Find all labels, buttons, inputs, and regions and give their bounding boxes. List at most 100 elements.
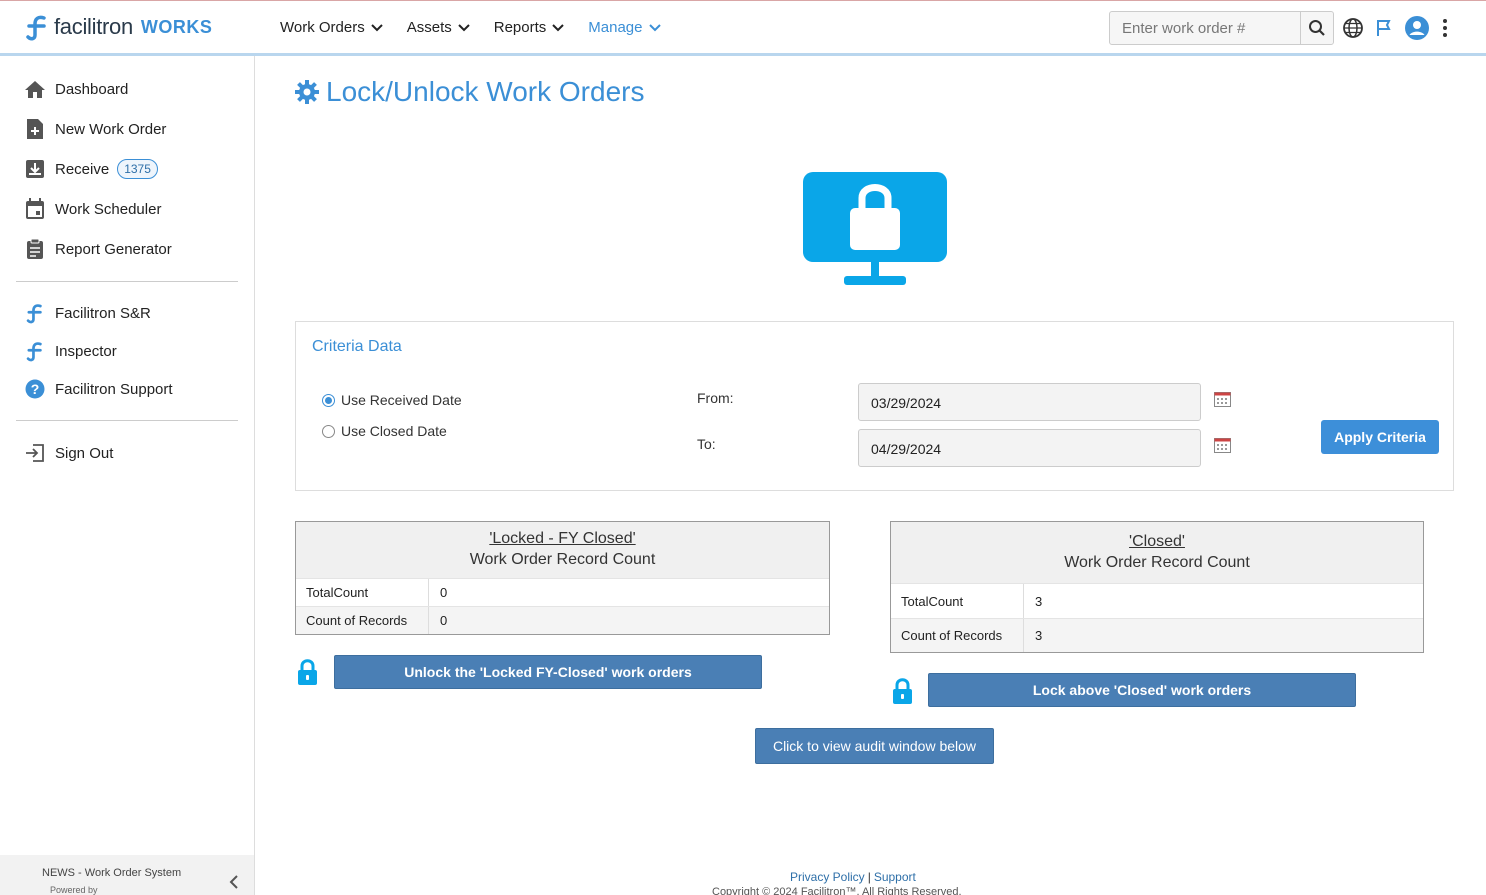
clipboard-icon (24, 238, 46, 260)
footer-separator: | (867, 870, 871, 884)
sidebar-item-dashboard[interactable]: Dashboard (0, 69, 254, 109)
nav-work-orders-label: Work Orders (280, 19, 365, 36)
svg-text:?: ? (31, 381, 40, 397)
support-link[interactable]: Support (874, 870, 916, 884)
sidebar-item-sign-out[interactable]: Sign Out (0, 433, 254, 473)
radio-button[interactable] (322, 424, 335, 438)
row-value: 0 (440, 613, 448, 628)
sidebar-divider (16, 281, 238, 282)
unlock-locked-fy-closed-button[interactable]: Unlock the 'Locked FY-Closed' work order… (334, 655, 762, 689)
vertical-dots-icon (1443, 19, 1447, 37)
search-button[interactable] (1300, 12, 1333, 44)
work-order-search (1109, 11, 1334, 45)
sidebar-item-new-work-order[interactable]: New Work Order (0, 109, 254, 149)
to-label: To: (697, 436, 716, 452)
radio-use-received-date[interactable]: Use Received Date (322, 392, 462, 408)
nav-manage-label: Manage (588, 19, 643, 36)
row-label: TotalCount (891, 584, 1024, 618)
sidebar-item-label: New Work Order (55, 120, 167, 138)
nav-work-orders[interactable]: Work Orders (280, 19, 383, 36)
radio-use-closed-date[interactable]: Use Closed Date (322, 423, 447, 439)
nav-reports-label: Reports (493, 19, 547, 36)
copyright-text: Copyright © 2024 Facilitron™. All Rights… (712, 886, 962, 895)
top-icon-bar (1342, 15, 1460, 41)
nav-assets[interactable]: Assets (407, 19, 470, 36)
chevron-down-icon (648, 23, 661, 31)
table-row: Count of Records 3 (891, 618, 1423, 652)
globe-icon (1343, 18, 1363, 38)
sidebar-item-label: Dashboard (55, 80, 129, 98)
page-title: Lock/Unlock Work Orders (294, 76, 644, 108)
sidebar-divider (16, 420, 238, 421)
calendar-picker-icon[interactable] (1214, 392, 1231, 407)
view-audit-window-button[interactable]: Click to view audit window below (755, 728, 994, 764)
sidebar: Dashboard New Work Order Receive 1375 Wo… (0, 56, 255, 895)
nav-assets-label: Assets (406, 19, 452, 36)
row-label: TotalCount (296, 579, 429, 606)
work-order-search-input[interactable] (1110, 12, 1300, 44)
main-nav: Work Orders Assets Reports Manage (280, 19, 685, 36)
criteria-panel: Criteria Data Use Received Date Use Clos… (295, 321, 1454, 491)
logo-text: facilitron (54, 14, 133, 39)
locked-count-table: 'Locked - FY Closed' Work Order Record C… (295, 521, 830, 635)
footer-links: Privacy Policy | Support (790, 870, 916, 884)
receive-count-badge: 1375 (117, 159, 158, 179)
flag-button[interactable] (1374, 18, 1394, 38)
radio-label: Use Received Date (341, 392, 462, 408)
closed-count-header: 'Closed' Work Order Record Count (891, 522, 1423, 583)
sidebar-link-facilitron-support[interactable]: ? Facilitron Support (0, 370, 254, 408)
logo-works: WORKS (140, 16, 213, 37)
row-value: 3 (1035, 593, 1043, 609)
help-circle-icon: ? (24, 378, 46, 400)
apply-criteria-button[interactable]: Apply Criteria (1321, 420, 1439, 454)
top-navbar: facilitron WORKS Work Orders Assets Repo… (0, 0, 1486, 56)
new-document-icon (24, 118, 46, 140)
sidebar-footer: NEWS - Work Order System Powered by (0, 855, 254, 895)
calendar-picker-icon[interactable] (1214, 438, 1231, 453)
gear-icon (295, 80, 319, 104)
radio-button-checked[interactable] (322, 393, 335, 407)
user-profile-button[interactable] (1404, 15, 1430, 41)
sidebar-link-facilitron-sr[interactable]: Facilitron S&R (0, 294, 254, 332)
lock-icon (893, 678, 912, 704)
sidebar-item-label: Receive (55, 160, 110, 178)
sidebar-link-inspector[interactable]: Inspector (0, 332, 254, 370)
sidebar-item-work-scheduler[interactable]: Work Scheduler (0, 189, 254, 229)
nav-manage[interactable]: Manage (588, 19, 661, 36)
sign-out-icon (24, 442, 46, 464)
chevron-left-icon[interactable] (229, 875, 239, 889)
news-label: NEWS - Work Order System (42, 867, 182, 879)
locked-count-title: 'Locked - FY Closed' (489, 530, 636, 547)
lock-closed-button[interactable]: Lock above 'Closed' work orders (928, 673, 1356, 707)
more-options-button[interactable] (1440, 17, 1450, 39)
sidebar-item-label: Inspector (55, 342, 117, 360)
closed-count-title: 'Closed' (1129, 533, 1185, 550)
sidebar-item-report-generator[interactable]: Report Generator (0, 229, 254, 269)
from-date-input[interactable]: 03/29/2024 (858, 383, 1201, 421)
closed-count-table: 'Closed' Work Order Record Count TotalCo… (890, 521, 1424, 653)
closed-count-subtitle: Work Order Record Count (1064, 554, 1250, 571)
row-label: Count of Records (296, 607, 429, 634)
language-button[interactable] (1342, 17, 1364, 39)
table-row: TotalCount 3 (891, 583, 1423, 618)
facilitron-f-icon (26, 15, 46, 41)
page-title-text: Lock/Unlock Work Orders (326, 76, 645, 107)
chevron-down-icon (371, 23, 383, 31)
chevron-down-icon (552, 23, 564, 31)
facilitron-f-icon (24, 302, 46, 324)
nav-reports[interactable]: Reports (494, 19, 565, 36)
facilitron-logo[interactable]: facilitron WORKS (24, 13, 212, 41)
sidebar-item-label: Work Scheduler (55, 200, 162, 218)
sidebar-item-label: Report Generator (55, 240, 172, 258)
row-value: 0 (440, 585, 448, 600)
calendar-icon (24, 198, 46, 220)
sidebar-item-receive[interactable]: Receive 1375 (0, 149, 254, 189)
row-label: Count of Records (891, 619, 1024, 652)
radio-label: Use Closed Date (341, 423, 447, 439)
row-value: 3 (1035, 628, 1043, 643)
flag-icon (1377, 20, 1391, 36)
to-date-input[interactable]: 04/29/2024 (858, 429, 1201, 467)
privacy-policy-link[interactable]: Privacy Policy (790, 870, 865, 884)
sidebar-item-label: Facilitron Support (55, 380, 173, 398)
criteria-title: Criteria Data (312, 338, 402, 355)
